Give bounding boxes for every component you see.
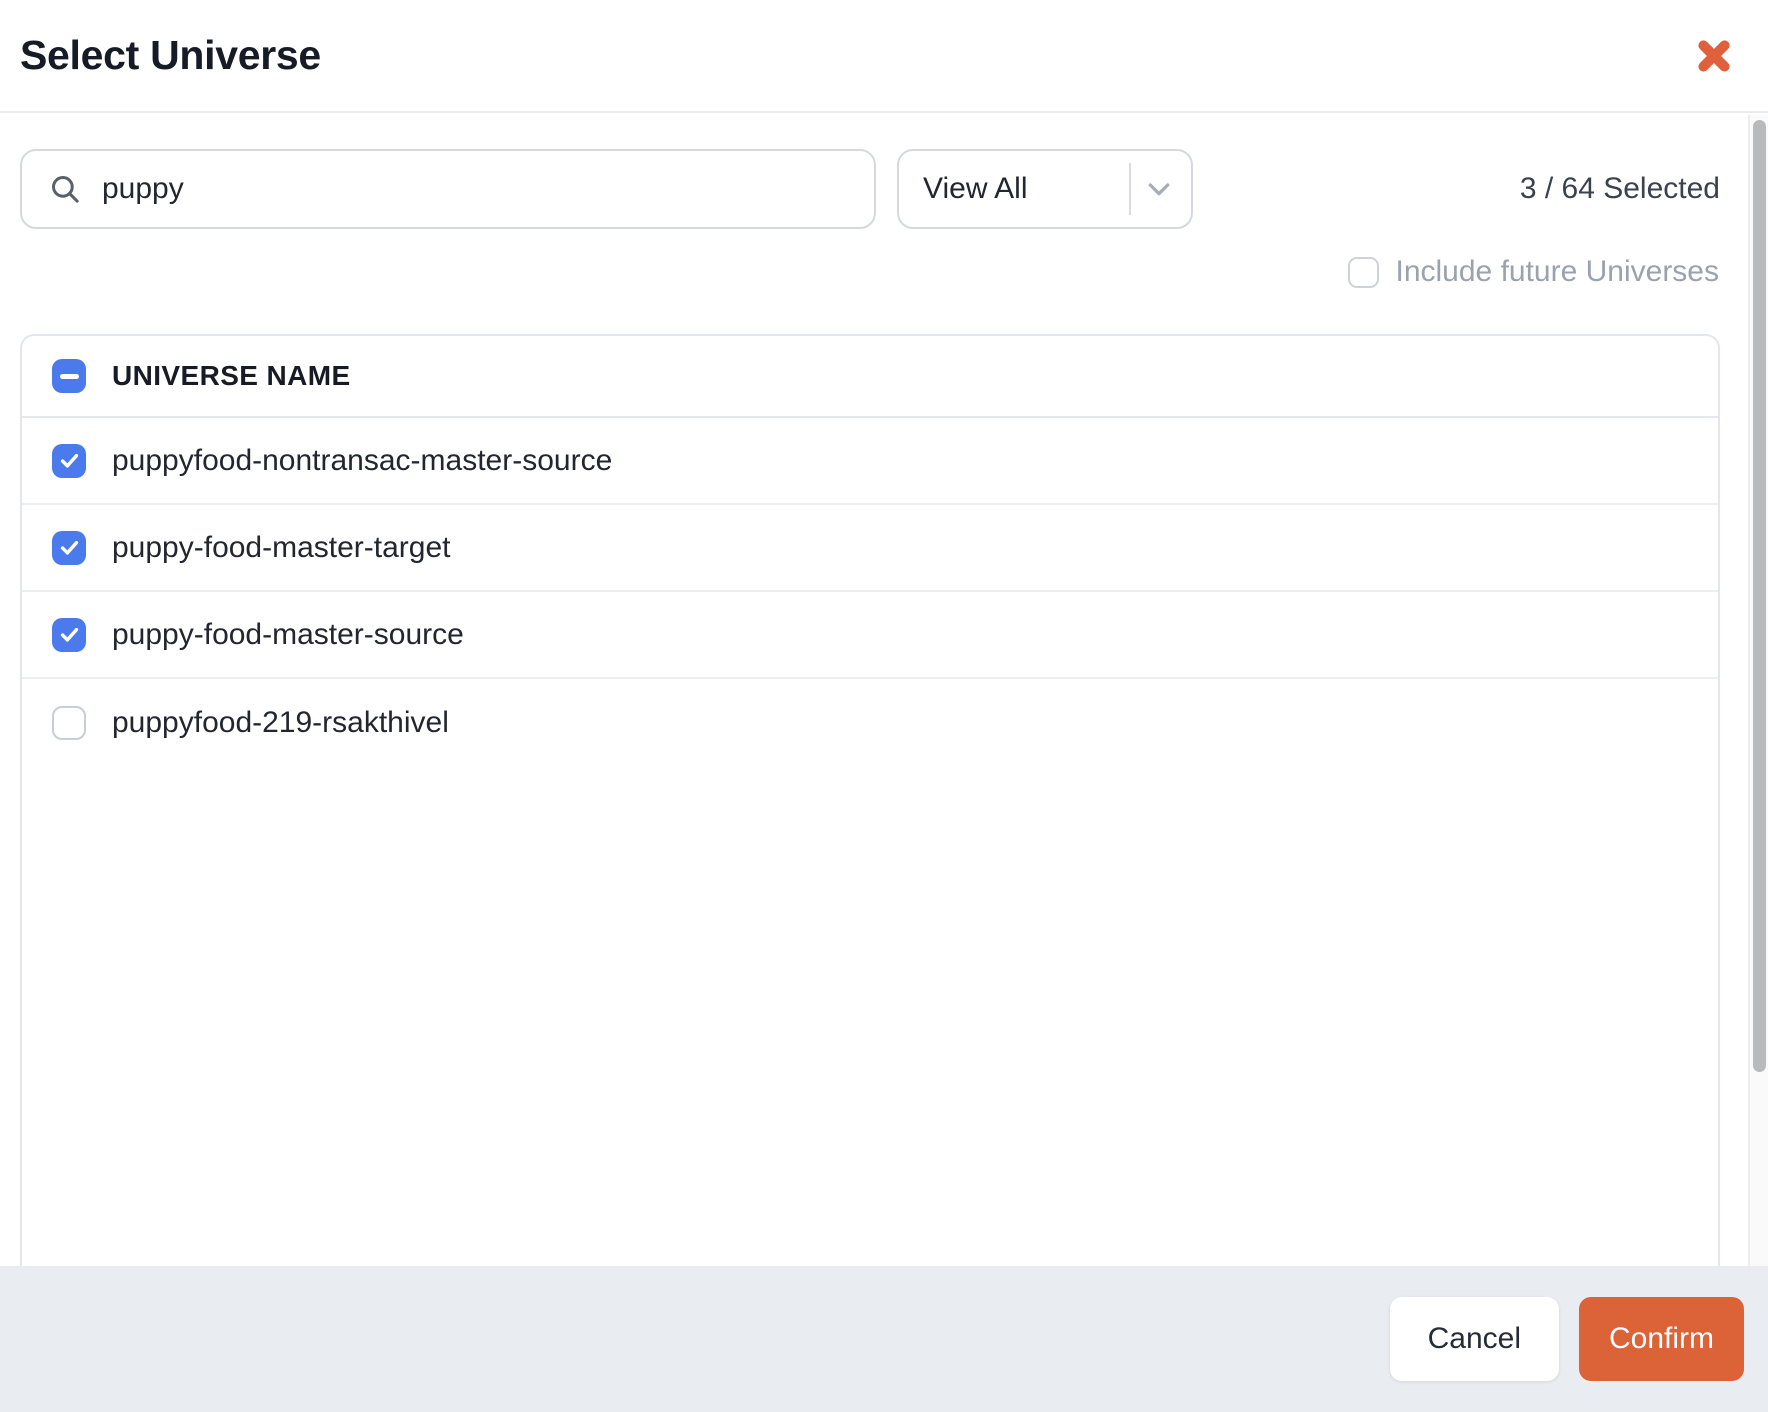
modal-header: Select Universe <box>0 0 1768 113</box>
universe-name: puppyfood-219-rsakthivel <box>112 705 449 739</box>
table-body: puppyfood-nontransac-master-source puppy… <box>22 418 1718 766</box>
table-row[interactable]: puppyfood-219-rsakthivel <box>22 679 1718 766</box>
universe-name: puppy-food-master-source <box>112 617 464 651</box>
x-close-icon <box>1698 39 1730 72</box>
close-button[interactable] <box>1692 34 1736 78</box>
table-row[interactable]: puppy-food-master-source <box>22 592 1718 679</box>
include-future-checkbox[interactable] <box>1347 256 1379 288</box>
select-universe-modal: Select Universe puppy View All 3 / 64 Se… <box>0 0 1768 1412</box>
minus-icon <box>59 373 79 379</box>
column-header-universe-name: UNIVERSE NAME <box>112 360 351 391</box>
universe-table: UNIVERSE NAME puppyfood-nontransac-maste… <box>20 334 1720 1266</box>
scrollbar-thumb[interactable] <box>1753 120 1766 1072</box>
selection-summary: 3 / 64 Selected <box>1519 172 1720 205</box>
filter-selected-value: View All <box>923 172 1028 205</box>
search-value: puppy <box>102 172 184 205</box>
universe-name: puppy-food-master-target <box>112 530 451 564</box>
select-all-checkbox[interactable] <box>52 359 86 393</box>
row-checkbox[interactable] <box>52 705 86 740</box>
search-icon <box>52 176 79 203</box>
modal-footer: Cancel Confirm <box>0 1266 1768 1412</box>
scrollbar-track[interactable] <box>1748 115 1768 1266</box>
search-input[interactable]: puppy <box>20 149 876 229</box>
include-future-row: Include future Universes <box>1347 255 1720 289</box>
include-future-label: Include future Universes <box>1395 255 1720 288</box>
row-checkbox[interactable] <box>52 443 86 478</box>
cancel-button[interactable]: Cancel <box>1389 1297 1559 1381</box>
row-checkbox[interactable] <box>52 530 86 565</box>
confirm-button[interactable]: Confirm <box>1578 1297 1744 1381</box>
chevron-down-icon <box>1148 183 1170 196</box>
table-header-row: UNIVERSE NAME <box>22 336 1718 418</box>
row-checkbox[interactable] <box>52 617 86 652</box>
check-icon <box>60 627 78 642</box>
filter-dropdown[interactable]: View All <box>897 149 1193 229</box>
universe-name: puppyfood-nontransac-master-source <box>112 443 613 477</box>
check-icon <box>60 540 78 555</box>
dropdown-divider <box>1129 163 1131 215</box>
table-row[interactable]: puppy-food-master-target <box>22 505 1718 592</box>
check-icon <box>60 453 78 468</box>
page-title: Select Universe <box>20 32 321 78</box>
table-row[interactable]: puppyfood-nontransac-master-source <box>22 418 1718 505</box>
